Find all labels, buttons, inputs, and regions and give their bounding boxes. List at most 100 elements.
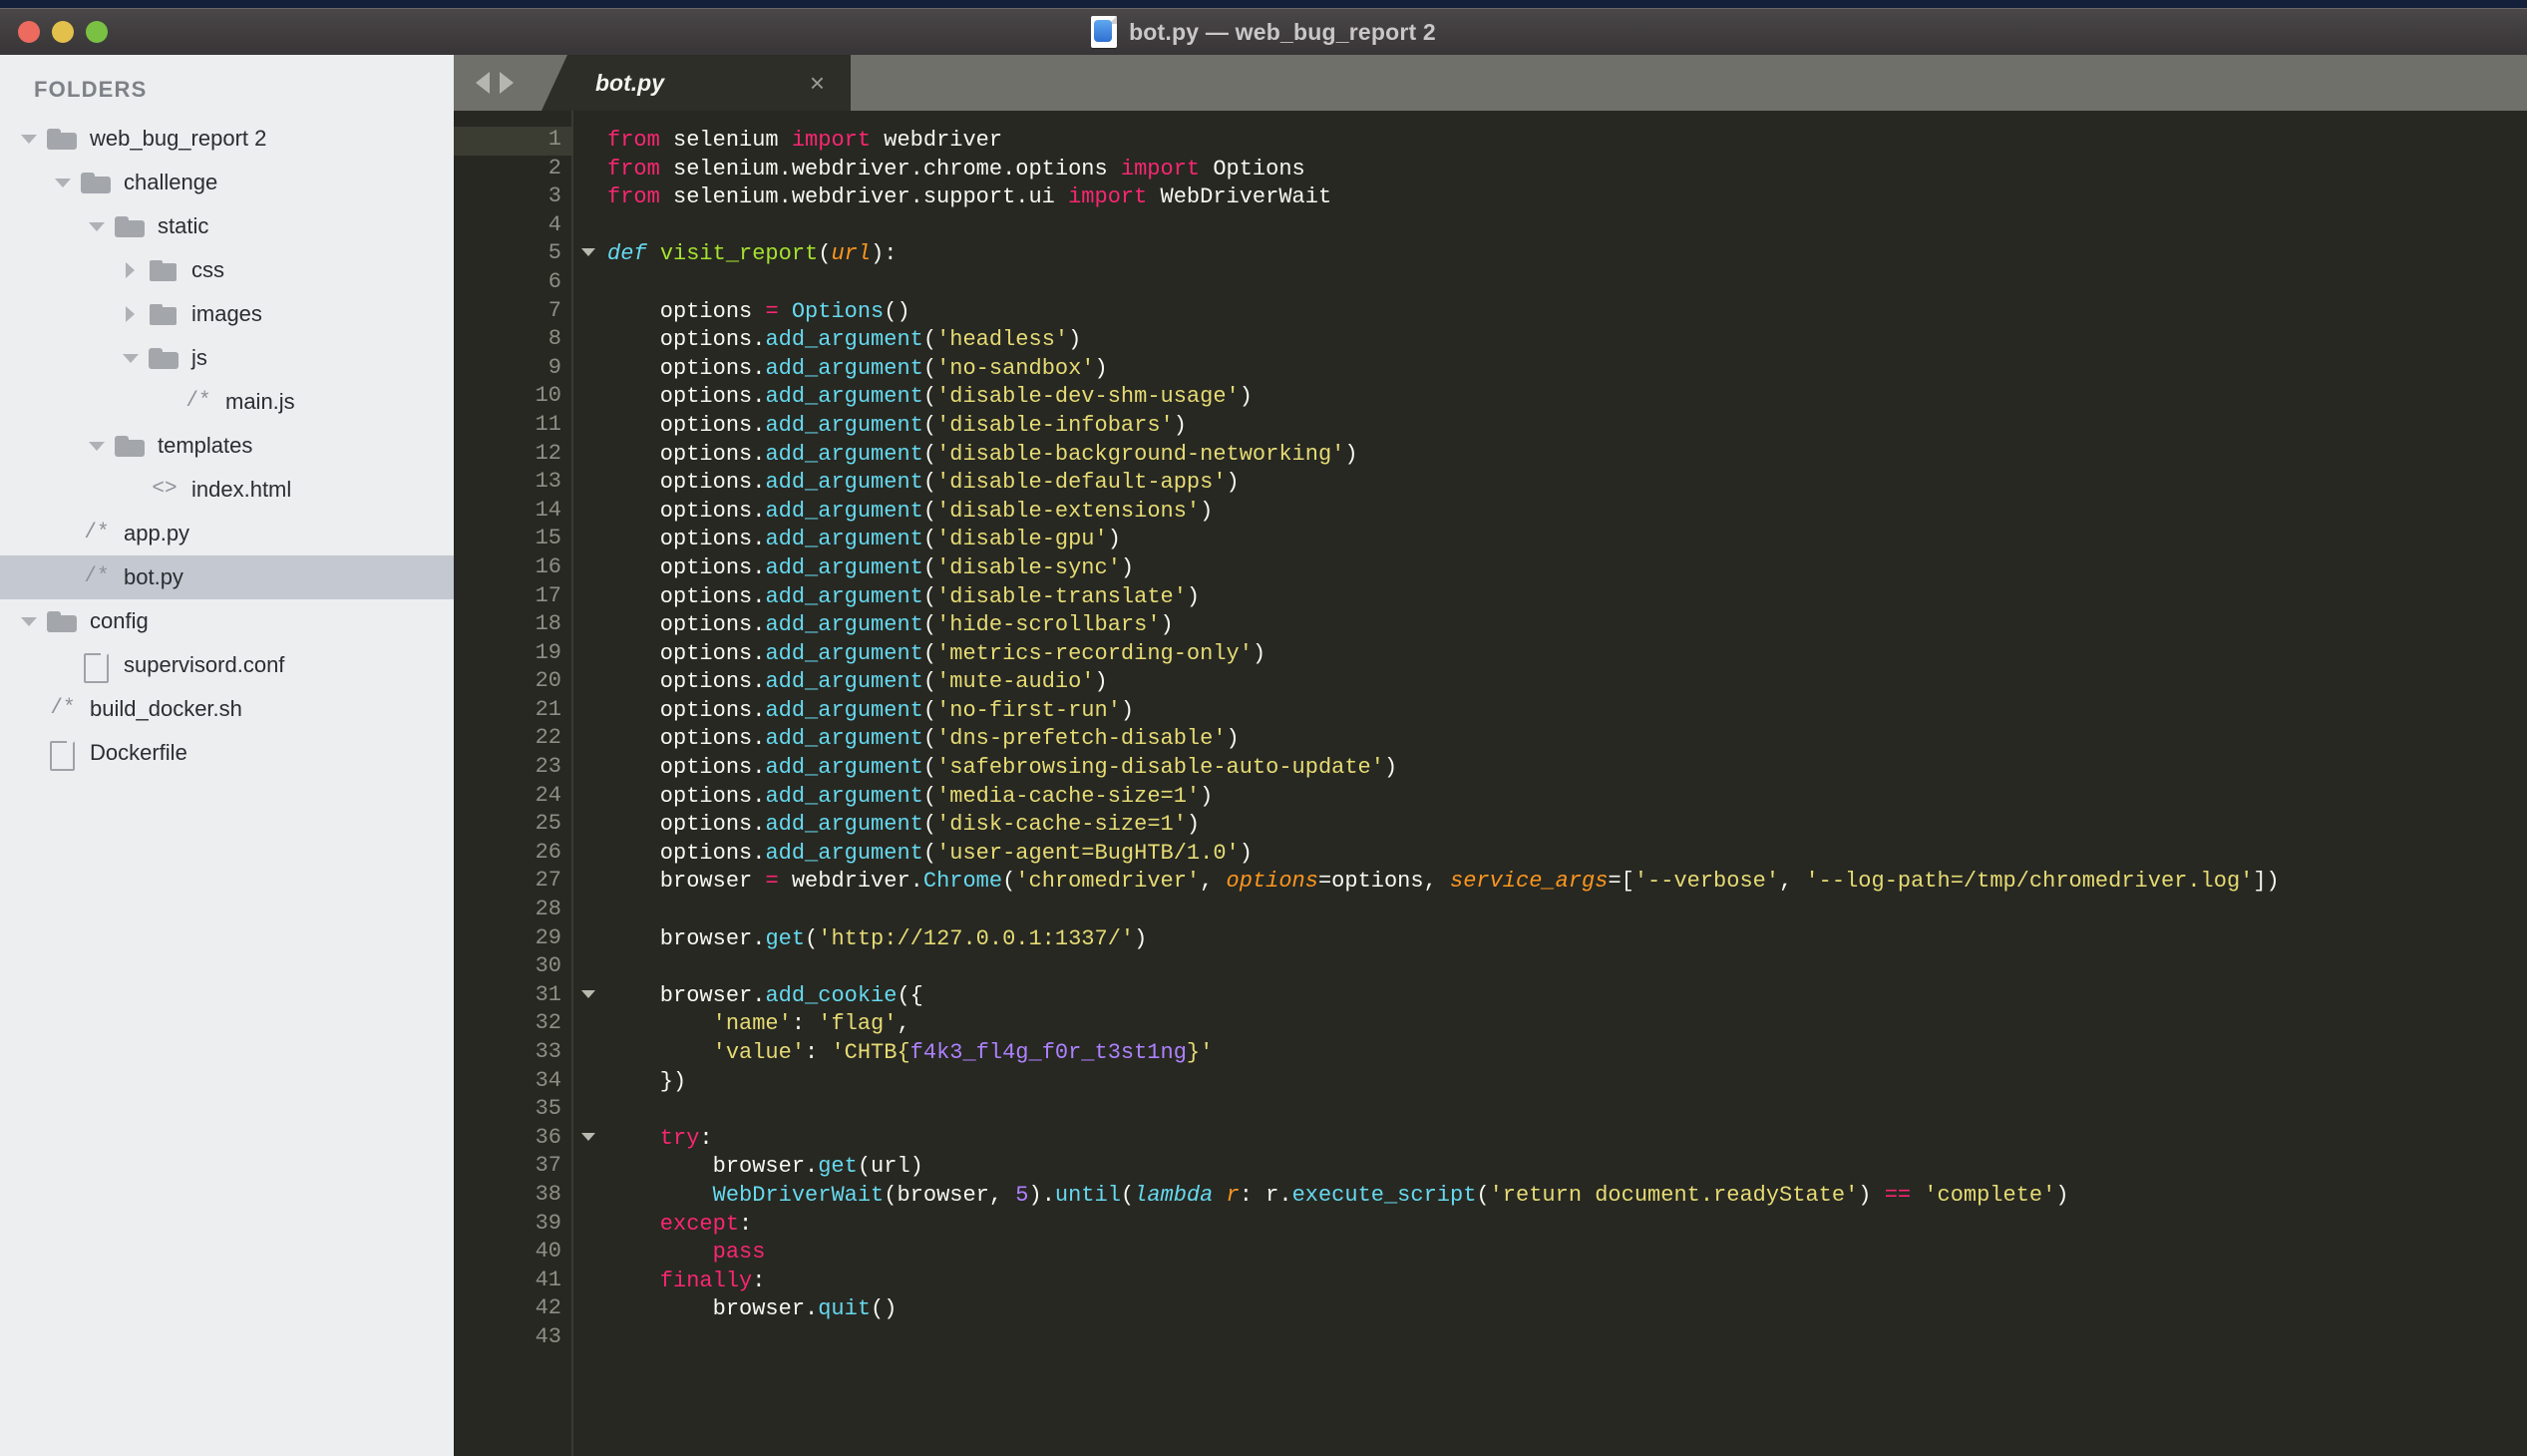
line-number: 18: [535, 611, 561, 637]
tree-item-config[interactable]: config: [0, 599, 454, 643]
code-token: (): [871, 1296, 898, 1322]
editor-tabbar: bot.py ×: [454, 55, 2527, 111]
code-token: add_argument: [765, 669, 923, 695]
code-token: 'CHTB{: [831, 1040, 910, 1065]
chevron-down-icon[interactable]: [86, 435, 108, 457]
code-token: ): [1344, 441, 1358, 467]
line-number: 15: [535, 526, 561, 551]
code-token: options.: [607, 697, 766, 723]
code-token: Chrome: [922, 869, 1003, 895]
chevron-down-icon[interactable]: [52, 172, 74, 193]
tree-item-dockerfile[interactable]: Dockerfile: [0, 731, 454, 775]
code-token: try: [607, 1125, 700, 1151]
code-token: (: [922, 640, 937, 666]
code-token: ): [1186, 583, 1201, 609]
code-token: 'disable-infobars': [936, 412, 1174, 438]
code-line: options.add_argument('dns-prefetch-disab…: [607, 725, 2527, 754]
tree-item-static[interactable]: static: [0, 204, 454, 248]
code-token: add_argument: [765, 412, 923, 438]
triangle-left-icon[interactable]: [476, 72, 490, 94]
tree-item-css[interactable]: css: [0, 248, 454, 292]
line-number: 29: [535, 924, 561, 950]
triangle-right-icon[interactable]: [500, 72, 514, 94]
code-token: options.: [607, 583, 766, 609]
code-token: (: [922, 355, 937, 381]
file-code-icon: /*: [185, 390, 211, 413]
folder-open-icon: [46, 608, 80, 634]
code-line: options.add_argument('disable-dev-shm-us…: [607, 383, 2527, 412]
code-token: (: [922, 840, 937, 866]
line-number: 42: [535, 1295, 561, 1321]
tree-item-main-js[interactable]: /* main.js: [0, 380, 454, 424]
line-number: 11: [535, 411, 561, 437]
file-page-icon: [80, 652, 114, 683]
tree-item-js[interactable]: js: [0, 336, 454, 380]
code-token: ==: [1884, 1182, 1925, 1208]
code-token: add_argument: [765, 355, 923, 381]
window-title-group: bot.py — web_bug_report 2: [0, 16, 2527, 48]
code-token: ): [1226, 726, 1240, 752]
code-token: =options,: [1317, 869, 1450, 895]
tree-item-label: app.py: [124, 521, 190, 546]
chevron-down-icon[interactable]: [120, 347, 142, 369]
tree-item-index-html[interactable]: <> index.html: [0, 468, 454, 512]
code-line: browser.get(url): [607, 1153, 2527, 1182]
tree-item-label: templates: [158, 433, 253, 458]
chevron-right-icon[interactable]: [120, 303, 142, 325]
code-token: ): [1383, 755, 1398, 781]
code-token: 'disable-background-networking': [936, 441, 1345, 467]
tree-item-bot-py[interactable]: /* bot.py: [0, 555, 454, 599]
code-token: }': [1186, 1040, 1214, 1065]
code-token: ): [1107, 527, 1121, 552]
code-line: }): [607, 1068, 2527, 1097]
code-token: 'disable-extensions': [936, 498, 1201, 524]
code-token: 'value': [712, 1040, 806, 1065]
chevron-right-icon[interactable]: [120, 259, 142, 281]
chevron-down-icon[interactable]: [18, 128, 40, 150]
code-token: options.: [607, 441, 766, 467]
code-line: options.add_argument('mute-audio'): [607, 668, 2527, 697]
code-token: add_argument: [765, 327, 923, 353]
code-text[interactable]: from selenium import webdriver from selen…: [573, 111, 2527, 1456]
code-token: 'disable-gpu': [936, 527, 1108, 552]
code-token: (: [922, 755, 937, 781]
tree-item-label: build_docker.sh: [90, 696, 242, 721]
code-token: options.: [607, 527, 766, 552]
code-token: 'no-first-run': [936, 697, 1121, 723]
document-icon: [1091, 16, 1118, 48]
chevron-down-icon[interactable]: [18, 610, 40, 632]
code-token: add_argument: [765, 612, 923, 638]
code-token: 'hide-scrollbars': [936, 612, 1161, 638]
code-token: options.: [607, 640, 766, 666]
tree-item-web-bug-report-2[interactable]: web_bug_report 2: [0, 117, 454, 161]
code-token: add_argument: [765, 697, 923, 723]
code-line: 'value': 'CHTB{f4k3_fl4g_f0r_t3st1ng}': [607, 1039, 2527, 1068]
code-token: ,: [1779, 869, 1806, 895]
tree-item-app-py[interactable]: /* app.py: [0, 512, 454, 555]
code-token: (: [1476, 1182, 1490, 1208]
tab-bot-py[interactable]: bot.py ×: [542, 55, 851, 111]
code-token: ): [1200, 783, 1214, 809]
tree-item-label: images: [191, 301, 262, 326]
code-token: Options: [791, 298, 885, 324]
code-token: 'http://127.0.0.1:1337/': [818, 925, 1135, 951]
tree-item-templates[interactable]: templates: [0, 424, 454, 468]
code-token: until: [1054, 1182, 1121, 1208]
sidebar: FOLDERS web_bug_report 2 challenge static c…: [0, 55, 454, 1456]
tree-item-images[interactable]: images: [0, 292, 454, 336]
chevron-down-icon[interactable]: [86, 215, 108, 237]
code-token: (: [922, 327, 937, 353]
code-token: (: [922, 583, 937, 609]
code-line: WebDriverWait(browser, 5).until(lambda r…: [607, 1182, 2527, 1211]
tree-item-challenge[interactable]: challenge: [0, 161, 454, 204]
line-number: 28: [535, 897, 561, 922]
code-token: browser.: [607, 925, 766, 951]
code-line: pass: [607, 1239, 2527, 1268]
tree-item-build-docker-sh[interactable]: /* build_docker.sh: [0, 687, 454, 731]
tree-item-supervisord-conf[interactable]: supervisord.conf: [0, 643, 454, 687]
code-token: get: [765, 925, 806, 951]
code-token: selenium.webdriver.support.ui: [673, 184, 1069, 210]
code-token: (: [922, 726, 937, 752]
close-icon[interactable]: ×: [810, 70, 825, 96]
code-token: from: [607, 128, 674, 153]
